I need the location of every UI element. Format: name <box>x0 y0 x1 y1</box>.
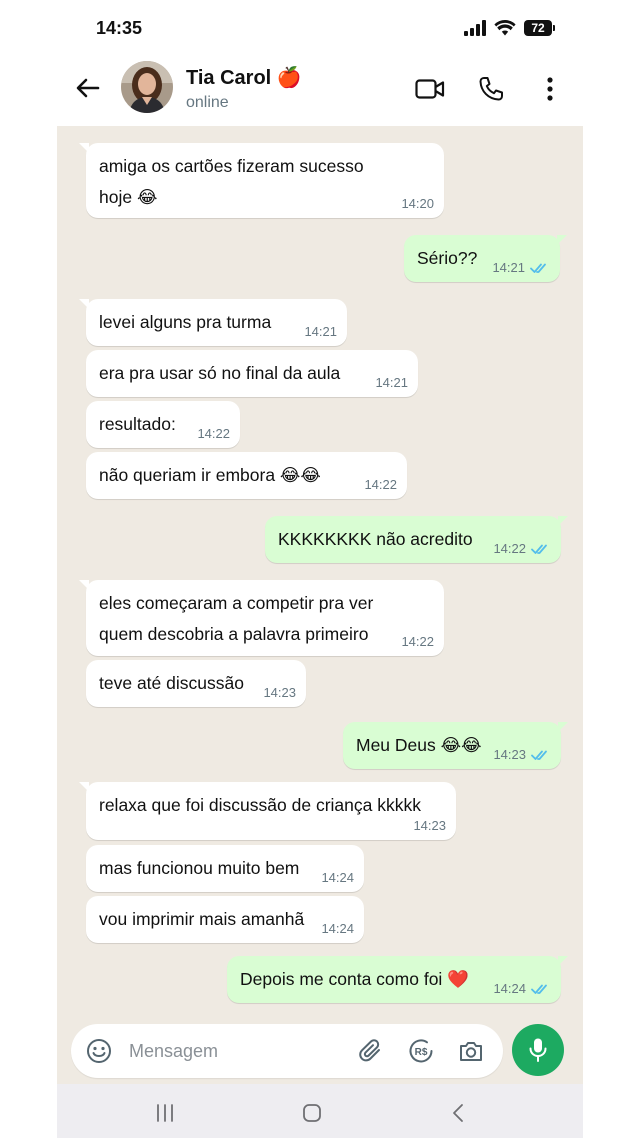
message-bubble-incoming[interactable]: não queriam ir embora 😂😂 14:22 <box>86 452 407 499</box>
emoji-button[interactable] <box>85 1037 113 1065</box>
message-text: Meu Deus 😂😂 <box>356 735 482 755</box>
message-text: eles começaram a competir pra ver quem d… <box>99 588 373 650</box>
status-bar: 14:35 72 <box>57 0 583 56</box>
recent-apps-button[interactable] <box>150 1098 180 1128</box>
double-check-icon <box>531 984 547 994</box>
message-input[interactable]: Mensagem <box>129 1041 218 1062</box>
payment-button[interactable]: R$ <box>407 1037 435 1065</box>
camera-button[interactable] <box>457 1037 485 1065</box>
message-bubble-outgoing[interactable]: Sério?? 14:21 <box>404 235 567 282</box>
phone-screen: 14:35 72 Tia Carol 🍎 online amiga os car… <box>57 0 583 1138</box>
contact-avatar[interactable] <box>121 61 173 113</box>
status-icons: 72 <box>464 20 555 36</box>
pix-payment-icon: R$ <box>409 1039 433 1063</box>
message-bubble-outgoing[interactable]: Meu Deus 😂😂 14:23 <box>343 722 568 769</box>
battery-level: 72 <box>524 20 552 36</box>
paperclip-icon <box>359 1039 380 1062</box>
message-text: resultado: <box>99 414 176 434</box>
home-button[interactable] <box>297 1098 327 1128</box>
message-time: 14:23 <box>493 747 526 762</box>
contact-name-text: Tia Carol <box>186 67 272 89</box>
message-time: 14:22 <box>364 477 397 492</box>
message-list[interactable]: amiga os cartões fizeram sucesso hoje 😂 … <box>57 126 583 1020</box>
message-line: hoje 😂 <box>99 187 158 207</box>
message-text: Sério?? <box>417 248 478 268</box>
message-time: 14:22 <box>197 426 230 441</box>
message-text: era pra usar só no final da aula <box>99 363 341 383</box>
double-check-icon <box>530 263 546 273</box>
message-line: eles começaram a competir pra ver <box>99 593 374 613</box>
message-text: KKKKKKKK não acredito <box>278 529 473 549</box>
back-button[interactable] <box>73 73 103 103</box>
message-bubble-incoming[interactable]: levei alguns pra turma 14:21 <box>79 299 347 346</box>
system-back-button[interactable] <box>443 1098 473 1128</box>
message-text: mas funcionou muito bem <box>99 858 300 878</box>
message-time: 14:21 <box>375 375 408 390</box>
recent-apps-icon <box>157 1104 173 1122</box>
video-camera-icon <box>415 79 445 99</box>
message-text: relaxa que foi discussão de criança kkkk… <box>99 795 421 815</box>
message-time: 14:22 <box>493 541 526 556</box>
message-time: 14:24 <box>493 981 526 996</box>
attach-button[interactable] <box>357 1037 385 1065</box>
phone-icon <box>479 77 503 101</box>
message-time: 14:24 <box>321 870 354 885</box>
message-time: 14:21 <box>492 260 525 275</box>
message-bubble-incoming[interactable]: amiga os cartões fizeram sucesso hoje 😂 … <box>79 143 444 218</box>
microphone-icon <box>529 1038 547 1062</box>
contact-status: online <box>186 94 229 111</box>
message-time: 14:22 <box>401 634 434 649</box>
message-bubble-incoming[interactable]: mas funcionou muito bem 14:24 <box>86 845 364 892</box>
message-text: vou imprimir mais amanhã <box>99 909 305 929</box>
chat-header: Tia Carol 🍎 online <box>57 56 583 126</box>
camera-icon <box>460 1042 482 1061</box>
smiley-icon <box>87 1039 111 1063</box>
message-text: não queriam ir embora 😂😂 <box>99 465 321 485</box>
double-check-icon <box>531 544 547 554</box>
system-navigation-bar <box>57 1084 583 1138</box>
message-time: 14:21 <box>304 324 337 339</box>
voice-call-button[interactable] <box>475 73 507 105</box>
video-call-button[interactable] <box>414 73 446 105</box>
battery-icon: 72 <box>524 20 555 36</box>
kebab-menu-icon <box>547 77 553 101</box>
voice-message-button[interactable] <box>512 1024 564 1076</box>
arrow-left-icon <box>76 78 100 98</box>
message-bubble-outgoing[interactable]: KKKKKKKK não acredito 14:22 <box>265 516 568 563</box>
chevron-left-icon <box>453 1104 463 1122</box>
message-bubble-incoming[interactable]: resultado: 14:22 <box>86 401 240 448</box>
signal-icon <box>464 20 486 36</box>
status-time: 14:35 <box>96 18 143 38</box>
message-bubble-incoming[interactable]: teve até discussão 14:23 <box>86 660 306 707</box>
message-text: teve até discussão <box>99 673 244 693</box>
message-text: amiga os cartões fizeram sucesso hoje 😂 <box>99 151 364 213</box>
message-time: 14:23 <box>413 818 446 833</box>
message-bubble-incoming[interactable]: vou imprimir mais amanhã 14:24 <box>86 896 364 943</box>
double-check-icon <box>531 750 547 760</box>
message-time: 14:20 <box>401 196 434 211</box>
apple-emoji: 🍎 <box>276 67 302 89</box>
message-bubble-incoming[interactable]: eles começaram a competir pra ver quem d… <box>79 580 444 656</box>
message-bubble-incoming[interactable]: era pra usar só no final da aula 14:21 <box>86 350 418 397</box>
message-time: 14:23 <box>263 685 296 700</box>
wifi-icon <box>494 20 516 36</box>
message-text: levei alguns pra turma <box>99 312 272 332</box>
message-line: quem descobria a palavra primeiro <box>99 624 369 644</box>
message-time: 14:24 <box>321 921 354 936</box>
message-bubble-outgoing[interactable]: Depois me conta como foi ❤️ 14:24 <box>227 956 568 1003</box>
message-line: amiga os cartões fizeram sucesso <box>99 156 364 176</box>
home-icon <box>303 1104 321 1122</box>
pix-label: R$ <box>415 1047 428 1058</box>
message-text: Depois me conta como foi ❤️ <box>240 969 469 989</box>
more-options-button[interactable] <box>534 73 566 105</box>
message-bubble-incoming[interactable]: relaxa que foi discussão de criança kkkk… <box>79 782 456 840</box>
message-composer: Mensagem R$ <box>71 1024 503 1078</box>
contact-name[interactable]: Tia Carol 🍎 <box>186 65 302 90</box>
